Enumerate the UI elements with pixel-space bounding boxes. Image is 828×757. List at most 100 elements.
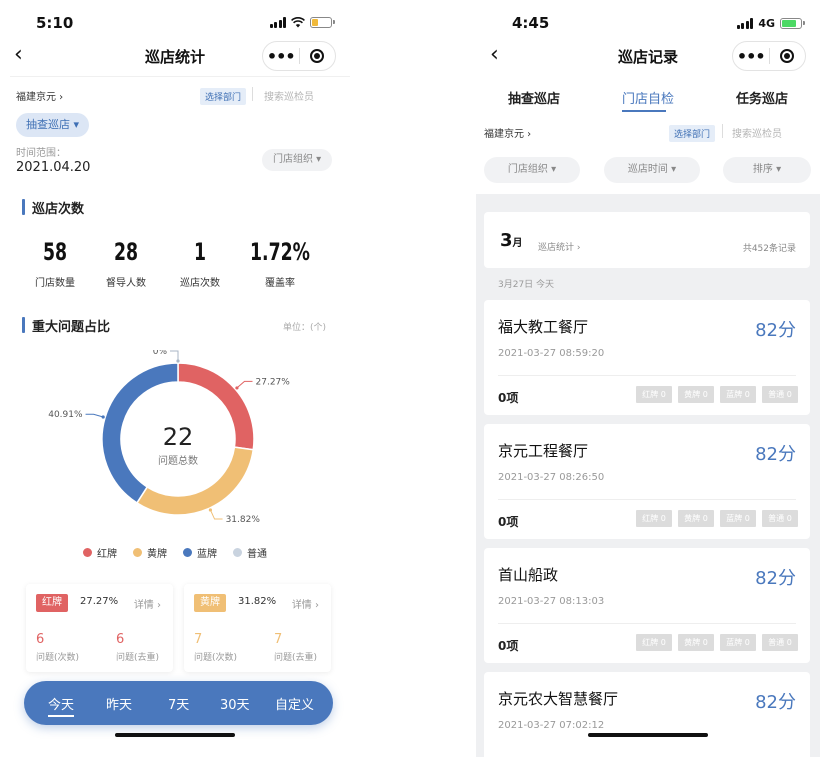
tab-7-days[interactable]: 7天: [168, 694, 189, 713]
slice-leader-line: [209, 509, 223, 520]
tab-30-days[interactable]: 30天: [220, 694, 250, 713]
close-mini-program-button[interactable]: [769, 49, 805, 63]
issues-section-title: 重大问题占比: [22, 316, 110, 335]
record-divider: [498, 623, 796, 624]
org-selector[interactable]: 福建京元 ›: [484, 125, 531, 140]
record-divider: [498, 375, 796, 376]
status-time: 5:10: [36, 14, 74, 32]
card-count-unique-label: 问题(去重): [274, 653, 318, 663]
pill-red: 红牌 0: [636, 510, 672, 527]
org-selector[interactable]: 福建京元 ›: [16, 88, 63, 103]
record-card[interactable]: 首山船政 82分 2021-03-27 08:13:03 0项 红牌 0 黄牌 …: [484, 548, 810, 663]
record-score: 82分: [755, 692, 796, 713]
stat-value: 1: [193, 238, 207, 266]
tab-yesterday[interactable]: 昨天: [106, 694, 132, 713]
record-card[interactable]: 京元农大智慧餐厅 82分 2021-03-27 07:02:12: [484, 672, 810, 757]
home-indicator: [115, 733, 235, 737]
signal-icon: [269, 17, 286, 28]
month-number: 3月: [500, 230, 523, 251]
stat-label: 督导人数: [106, 278, 146, 289]
tab-self-check[interactable]: 门店自检: [622, 88, 674, 107]
legend-label: 红牌: [97, 548, 117, 560]
stat-supervisor-count: 28 督导人数: [86, 238, 166, 289]
stat-value: 58: [42, 238, 68, 266]
network-type: 4G: [758, 17, 775, 30]
select-dept-button[interactable]: 选择部门: [669, 125, 716, 142]
slice-label: 27.27%: [256, 377, 291, 387]
record-time: 2021-03-27 08:59:20: [498, 348, 605, 359]
nav-bar: ‹ 巡店记录 •••: [476, 38, 820, 74]
more-button[interactable]: •••: [263, 47, 299, 66]
visit-stats-link[interactable]: 巡店统计 ›: [538, 240, 580, 253]
battery-icon: [310, 17, 335, 28]
store-org-dropdown[interactable]: 门店组织 ▾: [484, 157, 580, 183]
unit-label: 单位：(个): [282, 323, 326, 333]
inspector-search-input[interactable]: 搜索巡检员: [732, 125, 782, 140]
mini-program-capsule: •••: [732, 41, 806, 71]
pill-normal: 普通 0: [762, 634, 798, 651]
legend-swatch: [83, 547, 92, 557]
stat-value: 28: [113, 238, 139, 266]
tab-custom[interactable]: 自定义: [275, 694, 314, 713]
pill-blue: 蓝牌 0: [720, 634, 756, 651]
slice-leader-line: [236, 380, 253, 389]
record-count: 共452条记录: [742, 244, 796, 254]
legend-label: 蓝牌: [197, 548, 217, 560]
inspector-search-input[interactable]: 搜索巡检员: [264, 88, 314, 103]
tab-spot-check[interactable]: 抽查巡店: [508, 88, 560, 107]
pill-red: 红牌 0: [636, 386, 672, 403]
pill-normal: 普通 0: [762, 510, 798, 527]
pill-yellow: 黄牌 0: [678, 386, 714, 403]
legend-item-yellow[interactable]: 黄牌: [133, 544, 167, 560]
visit-time-dropdown[interactable]: 巡店时间 ▾: [604, 157, 700, 183]
sort-dropdown[interactable]: 排序 ▾: [723, 157, 811, 183]
tab-task-visit[interactable]: 任务巡店: [736, 88, 788, 107]
store-name: 京元农大智慧餐厅: [498, 690, 619, 708]
records-screen: 4:45 4G ‹ 巡店记录 ••• 抽查巡店 门店自检 任务巡店 福建京元 ›…: [476, 0, 820, 757]
record-card[interactable]: 福大教工餐厅 82分 2021-03-27 08:59:20 0项 红牌 0 黄…: [484, 300, 810, 415]
card-tag-pills: 红牌 0 黄牌 0 蓝牌 0 普通 0: [636, 510, 798, 527]
issues-donut-chart: 27.27% 31.82% 40.91% 0% 22 问题总数: [48, 350, 291, 525]
card-detail-link[interactable]: 详情 ›: [134, 596, 161, 611]
close-mini-program-button[interactable]: [299, 49, 335, 63]
legend-item-blue[interactable]: 蓝牌: [183, 544, 217, 560]
mode-chip[interactable]: 抽查巡店 ▾: [16, 113, 90, 137]
tab-today[interactable]: 今天: [48, 694, 75, 717]
slice-leader-dot: [101, 415, 105, 419]
card-count-times: 7: [194, 632, 203, 647]
store-org-dropdown[interactable]: 门店组织 ▾: [262, 149, 333, 171]
stat-value: 1.72%: [250, 238, 310, 266]
nav-divider: [10, 76, 350, 77]
card-detail-link[interactable]: 详情 ›: [292, 596, 319, 611]
date-group-label: 3月27日 今天: [498, 280, 555, 290]
more-button[interactable]: •••: [733, 47, 769, 66]
legend-label: 黄牌: [147, 548, 167, 560]
status-bar: 5:10: [0, 14, 350, 34]
store-name: 首山船政: [498, 566, 559, 584]
month-header-card: 3月 巡店统计 › 共452条记录: [484, 212, 810, 268]
stat-label: 门店数量: [35, 278, 75, 289]
battery-icon: [780, 18, 805, 29]
record-card[interactable]: 京元工程餐厅 82分 2021-03-27 08:26:50 0项 红牌 0 黄…: [484, 424, 810, 539]
issue-count: 0项: [498, 639, 519, 653]
status-icons: [269, 17, 335, 28]
nav-bar: ‹ 巡店统计 •••: [0, 38, 350, 74]
active-tab-underline: [622, 110, 666, 112]
store-name: 京元工程餐厅: [498, 442, 589, 460]
issue-count: 0项: [498, 515, 519, 529]
donut-total-label: 问题总数: [158, 454, 198, 467]
stat-label: 覆盖率: [265, 278, 295, 289]
time-range-value[interactable]: 2021.04.20: [16, 160, 90, 175]
status-time: 4:45: [512, 14, 550, 32]
red-card-summary: 红牌 27.27% 详情 › 6 问题(次数) 6 问题(去重): [26, 584, 173, 672]
issue-count: 0项: [498, 391, 519, 405]
select-dept-button[interactable]: 选择部门: [200, 88, 247, 105]
legend-item-red[interactable]: 红牌: [83, 544, 117, 560]
record-score: 82分: [755, 568, 796, 589]
slice-label: 0%: [153, 350, 168, 357]
legend-item-normal[interactable]: 普通: [233, 544, 267, 560]
record-score: 82分: [755, 320, 796, 341]
pill-blue: 蓝牌 0: [720, 386, 756, 403]
card-count-unique: 7: [274, 632, 283, 647]
signal-icon: [736, 18, 754, 29]
